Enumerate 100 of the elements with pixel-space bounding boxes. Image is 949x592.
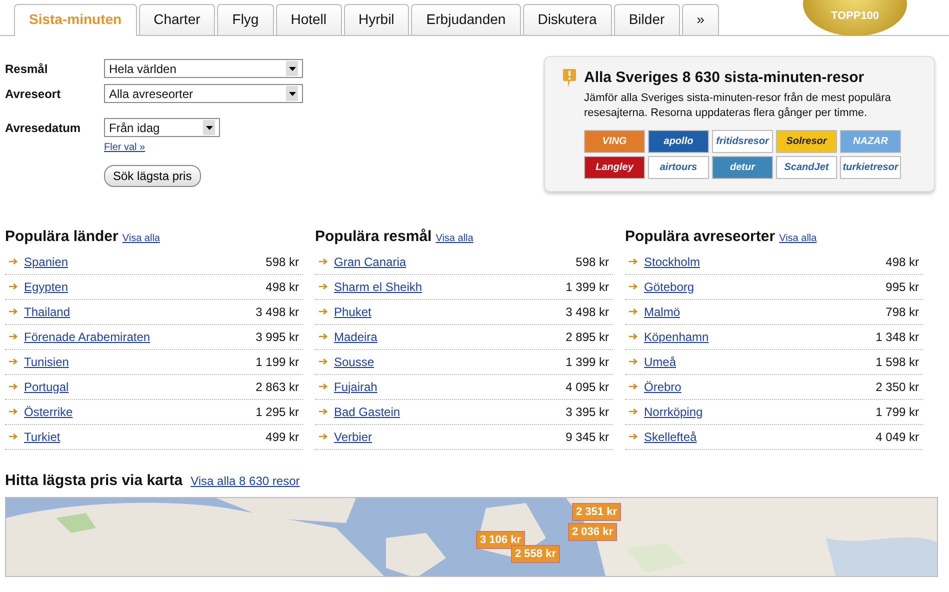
dropdown-field[interactable]: Hela världen bbox=[104, 59, 303, 78]
caret-icon bbox=[286, 86, 298, 101]
destination-link[interactable]: Skellefteå bbox=[644, 428, 697, 446]
price-text: 1 598 kr bbox=[876, 354, 919, 371]
dropdown-field[interactable]: Alla avreseorter bbox=[104, 84, 303, 103]
partner-logo[interactable]: ScandJet bbox=[776, 156, 837, 179]
nav-tab[interactable]: Hotell bbox=[276, 4, 342, 35]
destination-link[interactable]: Sousse bbox=[334, 352, 374, 371]
destination-link[interactable]: Portugal bbox=[24, 378, 69, 396]
nav-tab[interactable]: » bbox=[682, 4, 720, 35]
dropdown-field[interactable]: Från idag bbox=[104, 118, 220, 137]
destination-link[interactable]: Norrköping bbox=[644, 402, 703, 421]
arrow-icon bbox=[629, 408, 638, 416]
arrow-icon bbox=[629, 358, 638, 366]
price-text: 4 095 kr bbox=[566, 378, 609, 396]
price-text: 9 345 kr bbox=[566, 428, 609, 446]
partner-logo[interactable]: detur bbox=[712, 156, 773, 179]
arrow-icon bbox=[319, 308, 328, 316]
nav-tab[interactable]: Diskutera bbox=[522, 4, 612, 35]
destination-link[interactable]: Verbier bbox=[334, 428, 372, 446]
search-button[interactable]: Sök lägsta pris bbox=[104, 165, 201, 187]
more-options-link[interactable]: Fler val » bbox=[104, 142, 146, 153]
destination-link[interactable]: Österrike bbox=[24, 402, 73, 421]
partner-logo[interactable]: fritidsresor bbox=[712, 130, 773, 153]
partner-logo[interactable]: airtours bbox=[648, 156, 709, 179]
price-text: 1 399 kr bbox=[566, 278, 609, 296]
view-all-link[interactable]: Visa alla bbox=[436, 232, 474, 244]
nav-tab[interactable]: Erbjudanden bbox=[411, 4, 521, 35]
arrow-icon bbox=[319, 383, 328, 390]
nav-tab[interactable]: Hyrbil bbox=[344, 4, 410, 35]
arrow-icon bbox=[9, 283, 18, 290]
section-heading: Populära avreseorter bbox=[625, 228, 776, 246]
price-text: 3 995 kr bbox=[256, 328, 299, 346]
price-text: 498 kr bbox=[886, 254, 919, 271]
field-label: Avreseort bbox=[5, 86, 61, 100]
arrow-icon bbox=[629, 283, 638, 290]
section-heading: Populära länder bbox=[5, 228, 118, 246]
nav-tab[interactable]: Charter bbox=[138, 4, 216, 35]
view-all-link[interactable]: Visa alla 8 630 resor bbox=[190, 474, 300, 488]
price-text: 3 498 kr bbox=[256, 304, 299, 321]
section-heading: Hitta lägsta pris via karta bbox=[5, 472, 183, 490]
arrow-icon bbox=[9, 433, 18, 440]
destination-link[interactable]: Spanien bbox=[24, 252, 68, 271]
award-badge: TOPP100 bbox=[803, 0, 907, 36]
arrow-icon bbox=[319, 258, 328, 266]
destination-link[interactable]: Bad Gastein bbox=[334, 402, 400, 421]
destination-link[interactable]: Sharm el Sheikh bbox=[334, 278, 422, 296]
price-text: 598 kr bbox=[576, 254, 609, 271]
arrow-icon bbox=[9, 408, 18, 416]
price-text: 499 kr bbox=[266, 428, 299, 446]
caret-icon bbox=[286, 61, 298, 76]
price-text: 598 kr bbox=[266, 254, 299, 271]
price-text: 995 kr bbox=[886, 278, 919, 296]
destination-link[interactable]: Gran Canaria bbox=[334, 252, 406, 271]
price-text: 1 799 kr bbox=[876, 404, 919, 421]
view-all-link[interactable]: Visa alla bbox=[779, 232, 817, 244]
partner-logo[interactable]: Langley bbox=[584, 156, 645, 179]
arrow-icon bbox=[629, 258, 638, 266]
price-text: 1 199 kr bbox=[256, 354, 299, 371]
destination-link[interactable]: Förenade Arabemiraten bbox=[24, 328, 150, 346]
arrow-icon bbox=[629, 308, 638, 316]
destination-link[interactable]: Turkiet bbox=[24, 428, 60, 446]
price-text: 1 348 kr bbox=[876, 328, 919, 346]
partner-logo[interactable]: Solresor bbox=[776, 130, 837, 153]
destination-link[interactable]: Göteborg bbox=[644, 278, 694, 296]
arrow-icon bbox=[9, 308, 18, 316]
destination-link[interactable]: Phuket bbox=[334, 302, 372, 321]
arrow-icon bbox=[9, 333, 18, 340]
arrow-icon bbox=[319, 283, 328, 290]
view-all-link[interactable]: Visa alla bbox=[122, 232, 160, 244]
destination-link[interactable]: Malmö bbox=[644, 302, 680, 321]
partner-logo[interactable]: turkietresor bbox=[840, 156, 901, 179]
field-label: Resmål bbox=[5, 62, 48, 76]
nav-tab[interactable]: Flyg bbox=[217, 4, 274, 35]
price-text: 2 863 kr bbox=[256, 378, 299, 396]
price-text: 2 350 kr bbox=[876, 378, 919, 396]
destination-link[interactable]: Madeira bbox=[334, 328, 378, 346]
arrow-icon bbox=[319, 408, 328, 416]
partner-logo[interactable]: apollo bbox=[648, 130, 709, 153]
destination-link[interactable]: Tunisien bbox=[24, 352, 69, 371]
destination-link[interactable]: Örebro bbox=[644, 378, 682, 396]
info-title: Alla Sveriges 8 630 sista-minuten-resor bbox=[584, 69, 864, 87]
price-text: 4 049 kr bbox=[876, 428, 919, 446]
price-text: 3 498 kr bbox=[566, 304, 609, 321]
price-text: 1 399 kr bbox=[566, 354, 609, 371]
arrow-icon bbox=[9, 383, 18, 390]
destination-link[interactable]: Egypten bbox=[24, 278, 68, 296]
destination-link[interactable]: Thailand bbox=[24, 302, 70, 321]
section-heading: Populära resmål bbox=[315, 228, 432, 246]
nav-tab[interactable]: Bilder bbox=[614, 4, 680, 35]
destination-link[interactable]: Stockholm bbox=[644, 252, 700, 271]
destination-link[interactable]: Köpenhamn bbox=[644, 328, 709, 346]
info-icon bbox=[563, 69, 576, 87]
arrow-icon bbox=[319, 358, 328, 366]
destination-link[interactable]: Fujairah bbox=[334, 378, 378, 396]
arrow-icon bbox=[319, 333, 328, 340]
arrow-icon bbox=[629, 333, 638, 340]
arrow-icon bbox=[319, 433, 328, 440]
arrow-icon bbox=[629, 383, 638, 390]
destination-link[interactable]: Umeå bbox=[644, 352, 676, 371]
